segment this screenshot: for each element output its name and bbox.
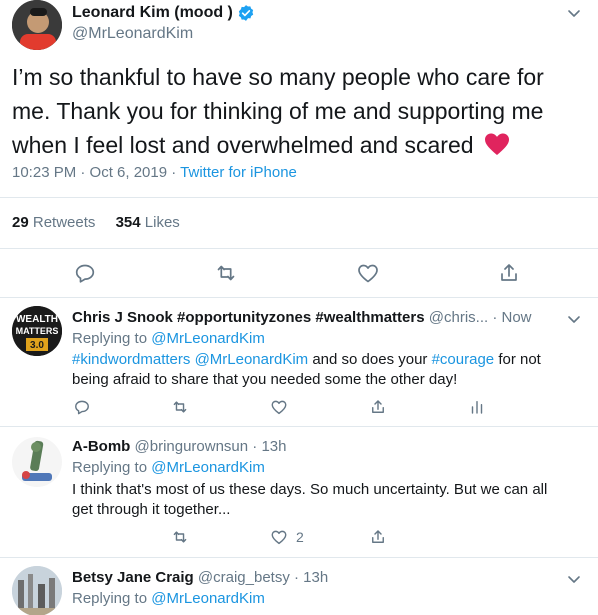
reply-text: #kindwordmatters @MrLeonardKim and so do… <box>72 350 572 390</box>
replying-to: Replying to @MrLeonardKim <box>72 459 265 476</box>
reply-avatar[interactable] <box>12 437 62 487</box>
reply-button[interactable] <box>73 398 91 416</box>
avatar-image: WEALTH MATTERS 3.0 <box>12 306 62 356</box>
reply-icon <box>75 400 89 415</box>
heart-icon <box>271 400 287 415</box>
mention-link[interactable]: @MrLeonardKim <box>195 351 309 368</box>
likes-count: 354 <box>115 214 141 231</box>
reply-avatar[interactable]: WEALTH MATTERS 3.0 <box>12 306 62 356</box>
tweet-timestamp[interactable]: 10:23 PM · Oct 6, 2019 <box>12 164 167 181</box>
share-icon <box>372 400 384 413</box>
retweet-button[interactable] <box>171 528 189 546</box>
reply-author-handle[interactable]: @chris... <box>429 309 488 326</box>
reply-tweet[interactable]: Betsy Jane Craig @craig_betsy · 13h Repl… <box>0 558 598 615</box>
reply-author-name[interactable]: Betsy Jane Craig <box>72 569 194 586</box>
author-name[interactable]: Leonard Kim (mood ) <box>72 4 233 22</box>
avatar-text: MATTERS <box>16 326 59 336</box>
share-button[interactable] <box>369 398 387 416</box>
tweet-meta: 10:23 PM · Oct 6, 2019 · Twitter for iPh… <box>12 164 297 181</box>
like-button[interactable] <box>270 398 288 416</box>
replying-label: Replying to <box>72 590 148 607</box>
chevron-down-icon[interactable] <box>566 571 582 587</box>
reply-author-name[interactable]: A-Bomb <box>72 438 130 455</box>
reply-actions: 2 <box>0 528 598 548</box>
chevron-down-icon[interactable] <box>566 5 582 21</box>
retweets-label: Retweets <box>32 214 96 231</box>
red-heart-icon: ❤ <box>484 131 510 155</box>
share-button[interactable] <box>497 261 521 285</box>
tweet-text: I’m so thankful to have so many people w… <box>12 60 587 162</box>
avatar-image <box>12 437 62 487</box>
reply-time[interactable]: · 13h <box>294 569 328 586</box>
divider <box>0 197 598 198</box>
heart-icon <box>271 530 287 545</box>
reply-button[interactable] <box>73 261 97 285</box>
chevron-down-icon[interactable] <box>566 311 582 327</box>
retweet-button[interactable] <box>171 398 189 416</box>
reply-author-handle[interactable]: @bringurownsun <box>135 438 249 455</box>
retweet-icon <box>173 401 187 413</box>
like-button[interactable]: 2 <box>270 528 304 546</box>
author-avatar[interactable] <box>12 0 62 50</box>
main-actions <box>0 261 598 285</box>
retweets-stat[interactable]: 29 Retweets <box>12 214 95 231</box>
likes-stat[interactable]: 354 Likes <box>116 214 180 231</box>
author-handle[interactable]: @MrLeonardKim <box>72 25 193 43</box>
analytics-button[interactable] <box>468 398 486 416</box>
like-button[interactable] <box>356 261 380 285</box>
avatar-text: WEALTH <box>16 314 58 325</box>
reply-actions <box>0 398 598 418</box>
replying-to-link[interactable]: @MrLeonardKim <box>151 330 265 347</box>
avatar-image <box>12 0 62 50</box>
hashtag-link[interactable]: #kindwordmatters <box>72 351 190 368</box>
reply-time[interactable]: · Now <box>492 309 531 326</box>
tweet-source-link[interactable]: Twitter for iPhone <box>180 164 297 181</box>
reply-header: Chris J Snook #opportunityzones #wealthm… <box>72 309 532 326</box>
tweet-stats: 29 Retweets 354 Likes <box>12 214 180 231</box>
like-count: 2 <box>296 529 304 545</box>
reply-text-part: and so does your <box>308 351 432 368</box>
reply-author-handle[interactable]: @craig_betsy <box>198 569 290 586</box>
reply-icon <box>75 264 95 283</box>
share-icon <box>501 264 517 281</box>
replying-label: Replying to <box>72 330 148 347</box>
reply-tweet[interactable]: A-Bomb @bringurownsun · 13h Replying to … <box>0 427 598 558</box>
reply-avatar[interactable] <box>12 566 62 615</box>
divider <box>0 248 598 249</box>
retweet-button[interactable] <box>214 261 238 285</box>
retweet-icon <box>217 265 235 281</box>
tweet-text-body: I’m so thankful to have so many people w… <box>12 64 544 158</box>
reply-author-name[interactable]: Chris J Snook #opportunityzones #wealthm… <box>72 309 425 326</box>
reply-time[interactable]: · 13h <box>252 438 286 455</box>
share-button[interactable] <box>369 528 387 546</box>
reply-text: I think that's most of us these days. So… <box>72 481 548 518</box>
retweet-icon <box>173 531 187 543</box>
reply-tweet[interactable]: WEALTH MATTERS 3.0 Chris J Snook #opport… <box>0 298 598 427</box>
avatar-text: 3.0 <box>30 340 44 351</box>
replying-to-link[interactable]: @MrLeonardKim <box>151 590 265 607</box>
analytics-icon <box>471 401 483 414</box>
replying-to-link[interactable]: @MrLeonardKim <box>151 459 265 476</box>
reply-header: A-Bomb @bringurownsun · 13h <box>72 438 287 455</box>
avatar-image <box>12 566 62 615</box>
retweets-count: 29 <box>12 214 29 231</box>
likes-label: Likes <box>144 214 180 231</box>
replying-label: Replying to <box>72 459 148 476</box>
replying-to: Replying to @MrLeonardKim <box>72 330 265 347</box>
share-icon <box>372 530 384 543</box>
meta-separator: · <box>167 164 181 181</box>
heart-icon <box>358 264 378 283</box>
hashtag-link[interactable]: #courage <box>432 351 495 368</box>
replying-to: Replying to @MrLeonardKim <box>72 590 265 607</box>
verified-badge-icon <box>237 4 255 22</box>
reply-header: Betsy Jane Craig @craig_betsy · 13h <box>72 569 328 586</box>
